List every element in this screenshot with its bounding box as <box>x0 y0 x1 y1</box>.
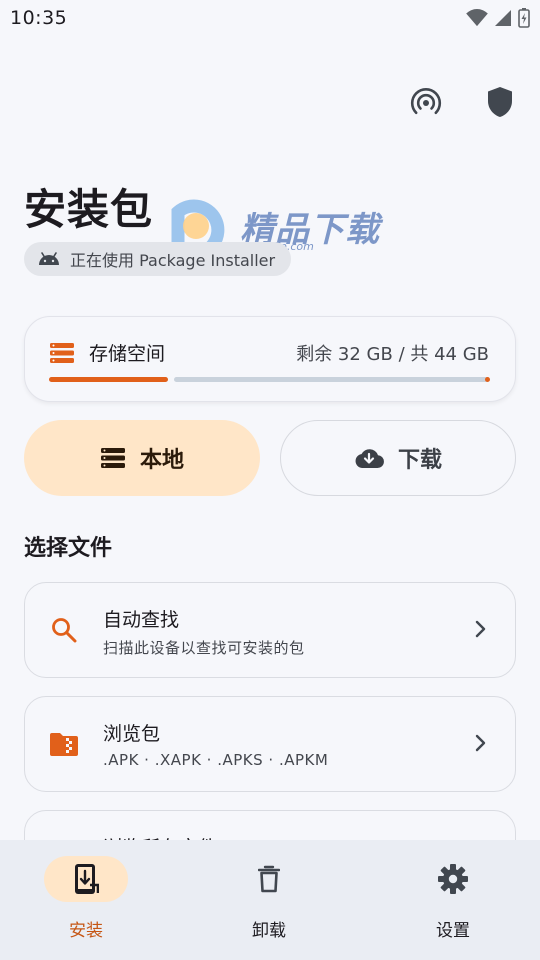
local-button[interactable]: 本地 <box>24 420 260 496</box>
page-title: 安装包 <box>24 185 154 234</box>
zip-folder-icon <box>50 733 78 756</box>
installer-chip-label: 正在使用 Package Installer <box>70 251 276 270</box>
status-icons <box>466 8 530 28</box>
option-subtitle: 扫描此设备以查找可安装的包 <box>103 639 305 657</box>
battery-charging-icon <box>518 8 530 28</box>
download-button[interactable]: 下载 <box>280 420 516 496</box>
option-title: 自动查找 <box>103 609 180 631</box>
option-icon <box>49 729 79 759</box>
storage-end-dot <box>485 377 490 382</box>
option-subtitle: .APK · .XAPK · .APKS · .APKM <box>103 751 329 769</box>
option-title: 浏览包 <box>103 723 161 745</box>
nav-settings-label: 设置 <box>436 921 470 941</box>
nav-uninstall[interactable]: 卸载 <box>224 856 314 952</box>
wifi-icon <box>466 9 488 27</box>
nav-settings-indicator <box>411 856 495 902</box>
search-icon <box>52 618 77 643</box>
signal-icon <box>495 10 511 26</box>
auto-search-option[interactable]: 自动查找 扫描此设备以查找可安装的包 <box>24 582 516 678</box>
nav-install-indicator <box>44 856 128 902</box>
storage-progress <box>49 377 490 382</box>
storage-label: 存储空间 <box>89 343 166 365</box>
option-icon <box>49 615 79 645</box>
section-title: 选择文件 <box>24 536 113 561</box>
chevron-right-icon <box>475 734 486 752</box>
trash-icon <box>258 865 280 893</box>
nav-install-label: 安装 <box>69 921 103 941</box>
status-bar: 10:35 <box>0 0 540 36</box>
storage-summary: 剩余 32 GB / 共 44 GB <box>296 343 489 365</box>
phone-install-icon <box>75 864 99 894</box>
status-time: 10:35 <box>10 7 68 29</box>
storage-card[interactable]: 存储空间 剩余 32 GB / 共 44 GB <box>24 316 516 402</box>
local-button-label: 本地 <box>139 448 184 473</box>
android-icon <box>39 252 59 265</box>
storage-icon <box>100 448 125 468</box>
browse-packages-option[interactable]: 浏览包 .APK · .XAPK · .APKS · .APKM <box>24 696 516 792</box>
installer-chip[interactable]: 正在使用 Package Installer <box>24 242 292 276</box>
nav-uninstall-label: 卸载 <box>252 921 286 941</box>
cloud-download-icon <box>355 449 384 469</box>
broadcast-icon <box>410 88 442 115</box>
nav-settings[interactable]: 设置 <box>408 856 498 952</box>
nav-uninstall-indicator <box>227 856 311 902</box>
storage-used-bar <box>49 377 168 382</box>
shield-icon <box>488 87 512 117</box>
download-button-label: 下载 <box>397 448 442 473</box>
storage-icon <box>50 342 74 363</box>
nav-install[interactable]: 安装 <box>41 856 131 952</box>
shield-button[interactable] <box>482 84 518 120</box>
storage-free-bar <box>173 377 489 382</box>
broadcast-button[interactable] <box>408 84 444 120</box>
top-actions <box>408 84 518 120</box>
bottom-navigation: 安装 卸载 设置 <box>0 840 540 960</box>
gear-icon <box>438 864 468 894</box>
chevron-right-icon <box>475 620 486 638</box>
